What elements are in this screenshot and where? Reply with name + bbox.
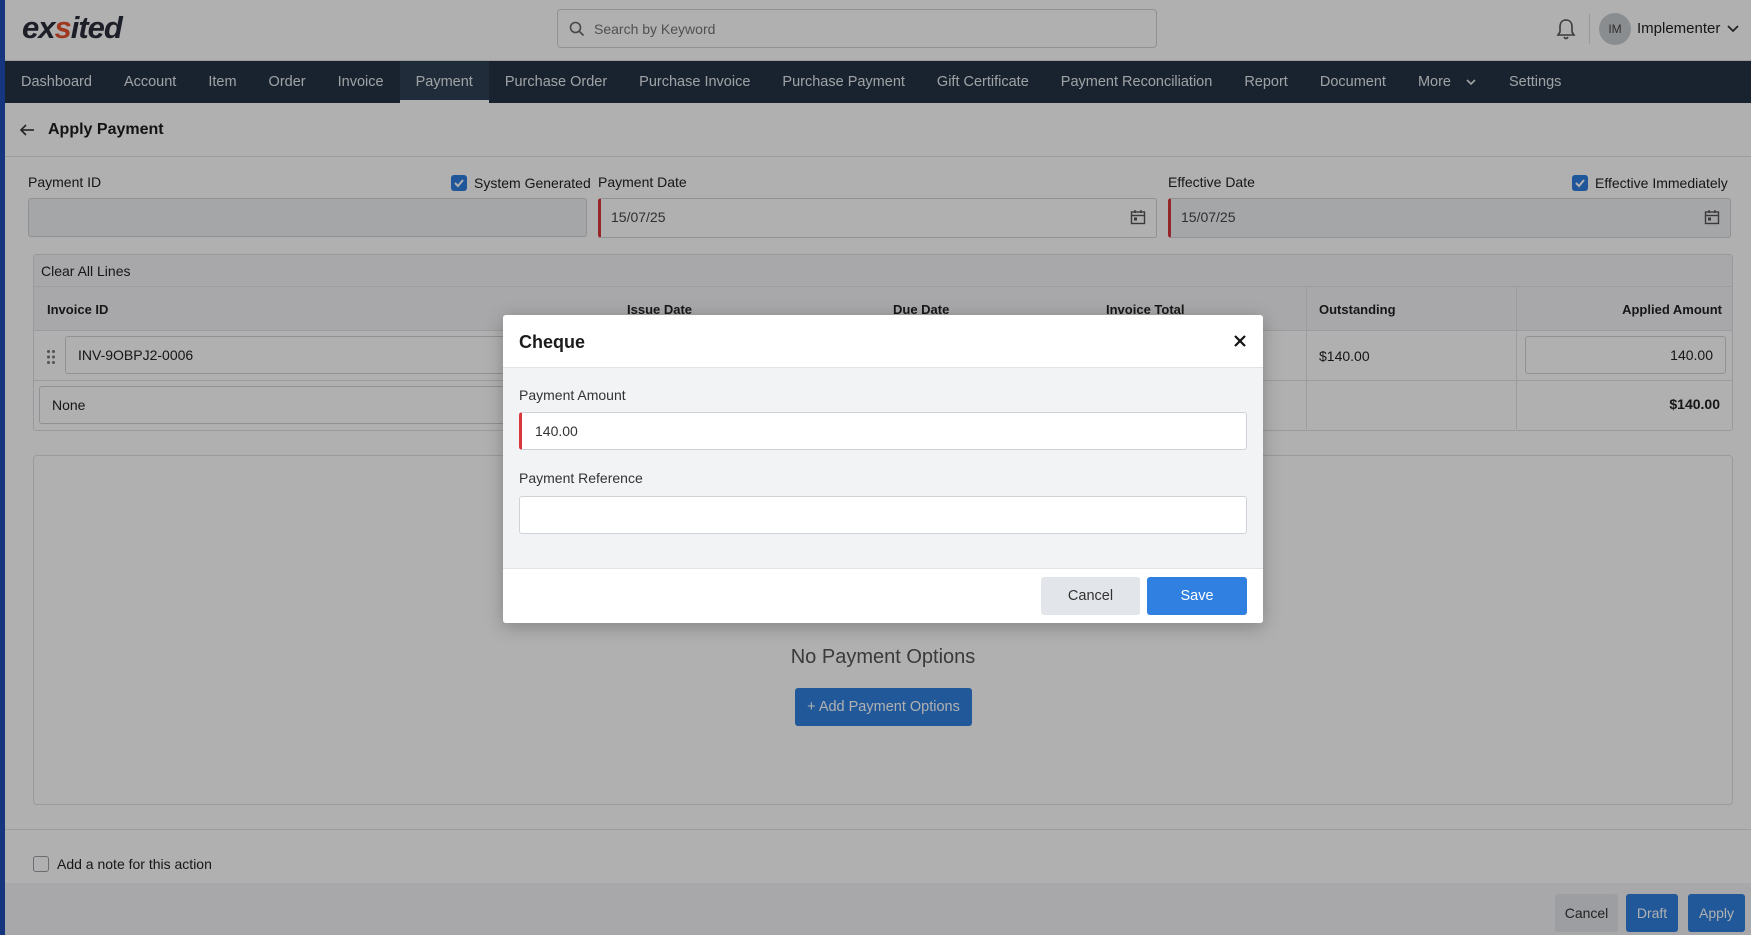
payment-amount-input[interactable]	[519, 412, 1247, 450]
dialog-cancel-button[interactable]: Cancel	[1041, 577, 1140, 615]
dialog-header: Cheque	[503, 315, 1263, 368]
dialog-save-button[interactable]: Save	[1147, 577, 1247, 615]
close-icon[interactable]	[1233, 334, 1247, 348]
cheque-dialog: Cheque Payment Amount Payment Reference …	[503, 315, 1263, 623]
dialog-title: Cheque	[519, 332, 586, 352]
dialog-footer: Cancel Save	[503, 568, 1263, 623]
payment-amount-label: Payment Amount	[519, 387, 626, 403]
payment-reference-label: Payment Reference	[519, 470, 643, 486]
payment-reference-input[interactable]	[519, 496, 1247, 534]
